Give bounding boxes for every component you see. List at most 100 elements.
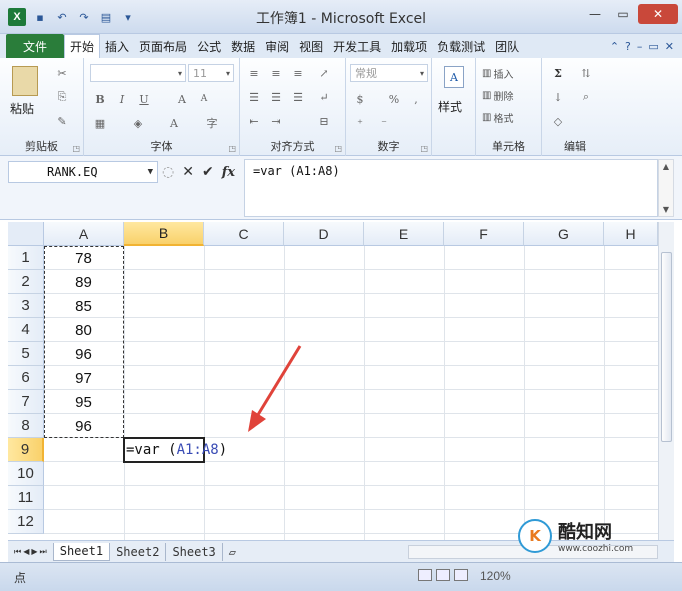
align-center-icon[interactable]: ☰ <box>268 90 284 104</box>
align-left-icon[interactable]: ☰ <box>246 90 262 104</box>
group-clipboard: 粘贴 ✂ ⎘ ✎ 剪贴板 ◳ <box>0 58 84 156</box>
align-bottom-icon[interactable]: ≡ <box>290 66 306 80</box>
fill-color-icon[interactable]: ◈ <box>130 116 146 130</box>
tab-data[interactable]: 数据 <box>226 34 260 58</box>
vertical-scroll-thumb[interactable] <box>661 252 672 442</box>
find-select-icon[interactable]: ⌕ <box>578 90 594 104</box>
sort-filter-icon[interactable]: ⇅ <box>578 66 594 80</box>
wrap-text-icon[interactable]: ↵ <box>316 90 332 104</box>
format-painter-icon[interactable]: ✎ <box>54 114 70 128</box>
normal-view-icon[interactable] <box>418 569 432 581</box>
insert-cells-button[interactable]: ▥ 插入 <box>482 66 513 81</box>
tab-page-layout[interactable]: 页面布局 <box>134 34 192 58</box>
worksheet-grid[interactable]: A B C D E F G H 1 2 3 4 5 6 7 8 9 10 11 … <box>8 222 658 540</box>
decrease-decimal-icon[interactable]: ⁻ <box>376 116 392 130</box>
comma-style-icon[interactable]: , <box>408 92 424 106</box>
sheet-tab-1[interactable]: Sheet1 <box>52 542 111 561</box>
name-box[interactable]: RANK.EQ ▼ <box>8 161 158 183</box>
font-size-combo[interactable]: 11 ▾ <box>188 64 234 82</box>
styles-button[interactable]: 样式 <box>438 98 462 115</box>
enter-formula-button[interactable]: ✔ <box>202 164 214 180</box>
scroll-down-icon[interactable]: ▼ <box>663 205 669 214</box>
cancel-formula-button[interactable]: ✕ <box>182 164 194 180</box>
watermark-logo-icon: K <box>518 519 552 553</box>
scroll-up-icon[interactable]: ▲ <box>663 162 669 171</box>
name-box-dropdown-icon[interactable]: ▼ <box>148 167 153 177</box>
orientation-icon[interactable]: ↗ <box>316 66 332 80</box>
italic-button[interactable]: I <box>114 92 130 106</box>
restore-doc-icon[interactable]: ▭ <box>648 40 658 53</box>
vertical-scrollbar[interactable] <box>658 222 674 540</box>
underline-button[interactable]: U <box>136 92 152 106</box>
align-top-icon[interactable]: ≡ <box>246 66 262 80</box>
sheet-tab-2[interactable]: Sheet2 <box>110 542 167 561</box>
autosum-button[interactable]: Σ <box>550 66 566 80</box>
tab-team[interactable]: 团队 <box>490 34 524 58</box>
restore-button[interactable]: ▭ <box>610 4 636 24</box>
formula-bar: RANK.EQ ▼ ◌ ✕ ✔ fx =var (A1:A8) ▲ ▼ <box>0 156 682 220</box>
help-icon[interactable]: ? <box>625 40 631 53</box>
formula-separator-icon: ◌ <box>162 164 175 180</box>
close-button[interactable]: ✕ <box>638 4 678 24</box>
paste-icon[interactable] <box>12 66 38 96</box>
sheet-tab-3[interactable]: Sheet3 <box>166 542 223 561</box>
close-doc-icon[interactable]: ✕ <box>665 40 674 53</box>
insert-function-button[interactable]: fx <box>222 165 235 180</box>
insert-sheet-icon[interactable]: ▱ <box>223 543 242 561</box>
merge-center-icon[interactable]: ⊟ <box>316 114 332 128</box>
page-break-view-icon[interactable] <box>454 569 468 581</box>
decrease-indent-icon[interactable]: ⇤ <box>246 114 262 128</box>
delete-cells-label: 删除 <box>493 92 514 103</box>
font-launcher-icon[interactable]: ◳ <box>228 144 236 153</box>
delete-cells-button[interactable]: ▥ 删除 <box>482 88 513 103</box>
formula-bar-scroll[interactable]: ▲ ▼ <box>658 159 674 217</box>
alignment-launcher-icon[interactable]: ◳ <box>334 144 342 153</box>
tab-home[interactable]: 开始 <box>64 34 101 58</box>
styles-icon[interactable]: A <box>444 66 464 88</box>
font-name-combo[interactable]: ▾ <box>90 64 186 82</box>
cut-icon[interactable]: ✂ <box>54 66 70 80</box>
copy-icon[interactable]: ⎘ <box>54 90 70 104</box>
page-layout-view-icon[interactable] <box>436 569 450 581</box>
last-sheet-icon[interactable]: ⏭ <box>40 547 47 557</box>
formula-input[interactable]: =var (A1:A8) <box>244 159 658 217</box>
percent-button[interactable]: % <box>386 92 402 106</box>
collapse-ribbon-icon[interactable]: ⌃ <box>610 40 619 53</box>
clipboard-launcher-icon[interactable]: ◳ <box>72 144 80 153</box>
tab-formulas[interactable]: 公式 <box>192 34 226 58</box>
format-cells-button[interactable]: ▥ 格式 <box>482 110 513 125</box>
accounting-icon[interactable]: $ <box>352 92 368 106</box>
align-right-icon[interactable]: ☰ <box>290 90 306 104</box>
number-format-value: 常规 <box>355 67 377 80</box>
next-sheet-icon[interactable]: ▶ <box>31 547 37 557</box>
tab-review[interactable]: 审阅 <box>260 34 294 58</box>
tab-developer[interactable]: 开发工具 <box>328 34 386 58</box>
tab-file[interactable]: 文件 <box>6 34 65 58</box>
increase-decimal-icon[interactable]: ⁺ <box>352 116 368 130</box>
phonetic-icon[interactable]: 字 <box>204 116 220 130</box>
prev-sheet-icon[interactable]: ◀ <box>23 547 29 557</box>
increase-indent-icon[interactable]: ⇥ <box>268 114 284 128</box>
first-sheet-icon[interactable]: ⏮ <box>14 547 21 557</box>
fill-icon[interactable]: ↓ <box>550 90 566 104</box>
paste-button[interactable]: 粘贴 <box>10 100 34 117</box>
minimize-doc-icon[interactable]: – <box>637 40 643 53</box>
minimize-button[interactable]: — <box>582 4 608 24</box>
tab-view[interactable]: 视图 <box>294 34 328 58</box>
number-format-combo[interactable]: 常规 ▾ <box>350 64 428 82</box>
grow-font-icon[interactable]: A <box>174 92 190 106</box>
tab-load-test[interactable]: 负载测试 <box>432 34 490 58</box>
tab-add-ins[interactable]: 加载项 <box>386 34 432 58</box>
shrink-font-icon[interactable]: A <box>196 92 212 106</box>
font-color-icon[interactable]: A <box>166 116 182 130</box>
group-label-font: 字体 <box>150 140 173 153</box>
clear-icon[interactable]: ◇ <box>550 114 566 128</box>
align-middle-icon[interactable]: ≡ <box>268 66 284 80</box>
borders-icon[interactable]: ▦ <box>92 116 108 130</box>
tab-insert[interactable]: 插入 <box>100 34 134 58</box>
group-editing: Σ ⇅ ↓ ⌕ ◇ 编辑 <box>542 58 608 156</box>
bold-button[interactable]: B <box>92 92 108 106</box>
group-alignment: ≡ ≡ ≡ ↗ ☰ ☰ ☰ ↵ ⇤ ⇥ ⊟ 对齐方式 ◳ <box>240 58 346 156</box>
number-launcher-icon[interactable]: ◳ <box>420 144 428 153</box>
zoom-level[interactable]: 120% <box>480 569 511 583</box>
